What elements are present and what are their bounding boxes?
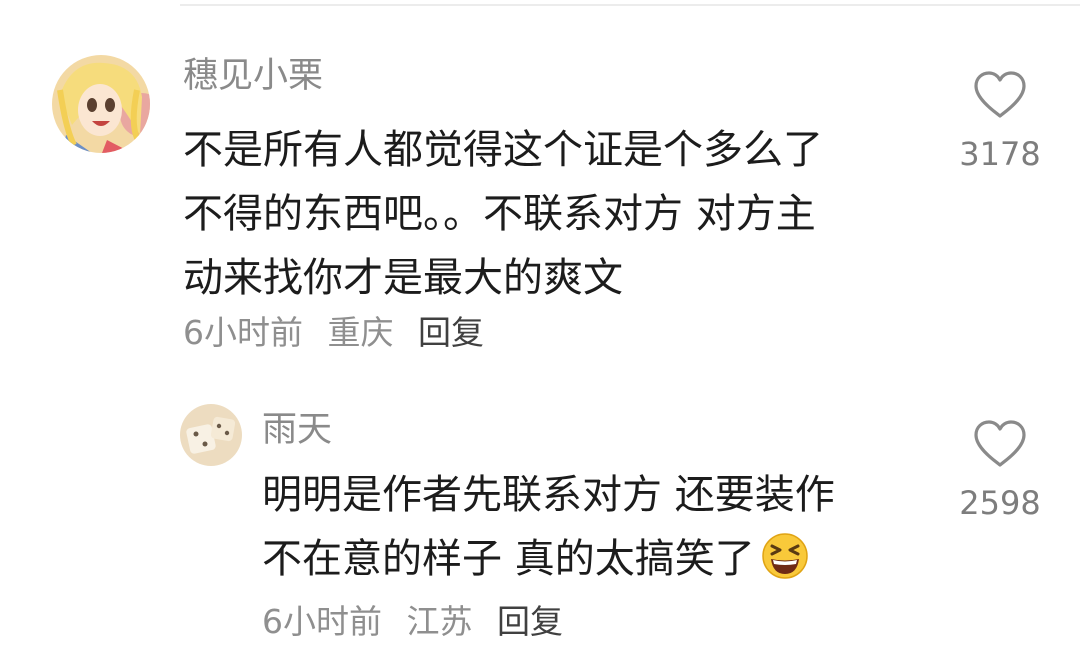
- anime-girl-avatar-icon: [52, 55, 150, 153]
- heart-icon: [974, 71, 1026, 118]
- timestamp: 6小时前: [262, 602, 382, 641]
- comment-text-line: 动来找你才是最大的爽文: [183, 255, 623, 301]
- comment-text-line: 不是所有人都觉得这个证是个多么了: [183, 127, 823, 173]
- like-count: 3178: [959, 135, 1041, 173]
- username[interactable]: 穗见小栗: [183, 56, 323, 96]
- comment-text: 不是所有人都觉得这个证是个多么了 不得的东西吧。。不联系对方 对方主 动来找你才…: [183, 118, 823, 310]
- comment-text-line: 不得的东西吧。。不联系对方 对方主: [183, 191, 816, 237]
- dice-avatar-icon: [180, 404, 242, 466]
- comment-meta: 6小时前 江苏 回复: [262, 602, 577, 642]
- timestamp: 6小时前: [183, 313, 303, 352]
- like-count: 2598: [959, 484, 1041, 522]
- comment-text-line: 明明是作者先联系对方 还要装作: [262, 472, 835, 518]
- heart-icon: [974, 420, 1026, 467]
- comment-text-fragment: 不在意的样子 真的太搞笑了: [262, 536, 755, 582]
- like-button[interactable]: 3178: [950, 70, 1050, 174]
- comment-text: 明明是作者先联系对方 还要装作 不在意的样子 真的太搞笑了: [262, 463, 835, 599]
- comment-text-line: 不在意的样子 真的太搞笑了: [262, 527, 835, 599]
- avatar[interactable]: [52, 55, 150, 153]
- top-divider: [180, 4, 1080, 6]
- like-button[interactable]: 2598: [950, 419, 1050, 523]
- username[interactable]: 雨天: [262, 410, 332, 450]
- comment-meta: 6小时前 重庆 回复: [183, 313, 498, 353]
- reply-button[interactable]: 回复: [418, 313, 484, 352]
- grinning-squinting-face-emoji-icon: [761, 532, 809, 599]
- location: 江苏: [406, 602, 473, 641]
- avatar[interactable]: [180, 404, 242, 466]
- reply-button[interactable]: 回复: [497, 602, 563, 641]
- location: 重庆: [327, 313, 394, 352]
